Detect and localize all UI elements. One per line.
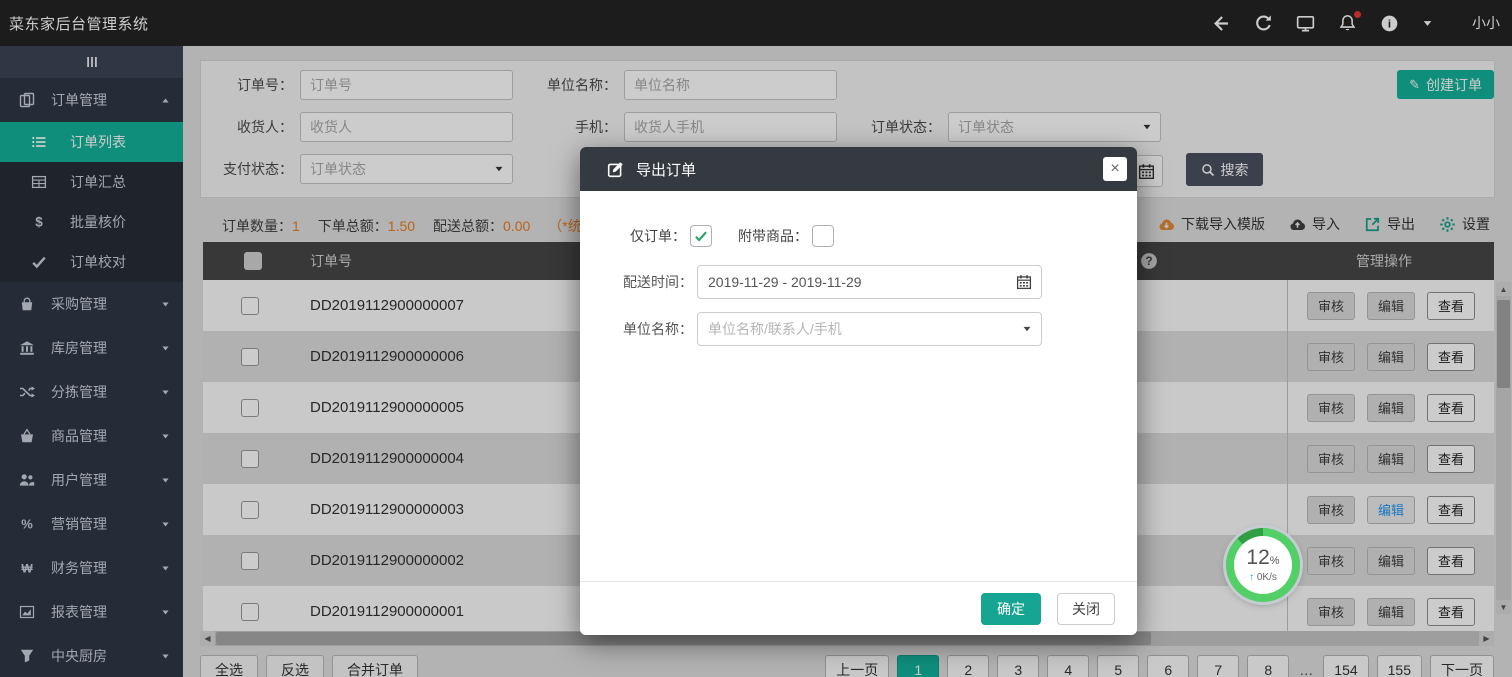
modal-title: 导出订单 (636, 159, 696, 180)
modal-footer: 确定 关闭 (580, 581, 1137, 635)
unit-name-field: 单位名称： 单位名称/联系人/手机 (588, 312, 1042, 346)
only-order-label: 仅订单： (630, 226, 686, 246)
delivery-time-field: 配送时间： (588, 265, 1042, 299)
caret-down-icon (1022, 324, 1032, 334)
confirm-button[interactable]: 确定 (981, 593, 1041, 625)
with-goods-checkbox[interactable] (812, 225, 834, 247)
unit-name-select[interactable]: 单位名称/联系人/手机 (697, 312, 1042, 346)
unit-name-placeholder: 单位名称/联系人/手机 (708, 319, 842, 339)
export-orders-modal: 导出订单 × 仅订单： 附带商品： 配送时间： 单位名称： 单位名称/联系人/手… (580, 147, 1137, 635)
modal-unit-name-label: 单位名称： (588, 319, 693, 339)
only-order-checkbox[interactable] (690, 225, 712, 247)
up-arrow-icon: ↑ (1249, 572, 1254, 583)
pencil-square-icon (607, 161, 624, 178)
delivery-time-label: 配送时间： (588, 272, 693, 292)
delivery-time-input[interactable] (697, 265, 1042, 299)
progress-speed: ↑ 0K/s (1249, 572, 1277, 583)
progress-percent: 12% (1246, 548, 1279, 571)
upload-progress-inner: 12% ↑ 0K/s (1234, 536, 1292, 594)
modal-close-button[interactable]: × (1103, 157, 1127, 181)
export-options-row: 仅订单： 附带商品： (630, 225, 834, 247)
calendar-icon[interactable] (1016, 274, 1032, 290)
with-goods-label: 附带商品： (738, 226, 808, 246)
cancel-button[interactable]: 关闭 (1057, 593, 1115, 625)
upload-progress-widget[interactable]: 12% ↑ 0K/s (1226, 528, 1300, 602)
modal-header: 导出订单 × (580, 147, 1137, 191)
app-root: 菜东家后台管理系统 i小小 订单管理订单列表订单汇总$批量核价订单校对采购管理库… (0, 0, 1512, 677)
